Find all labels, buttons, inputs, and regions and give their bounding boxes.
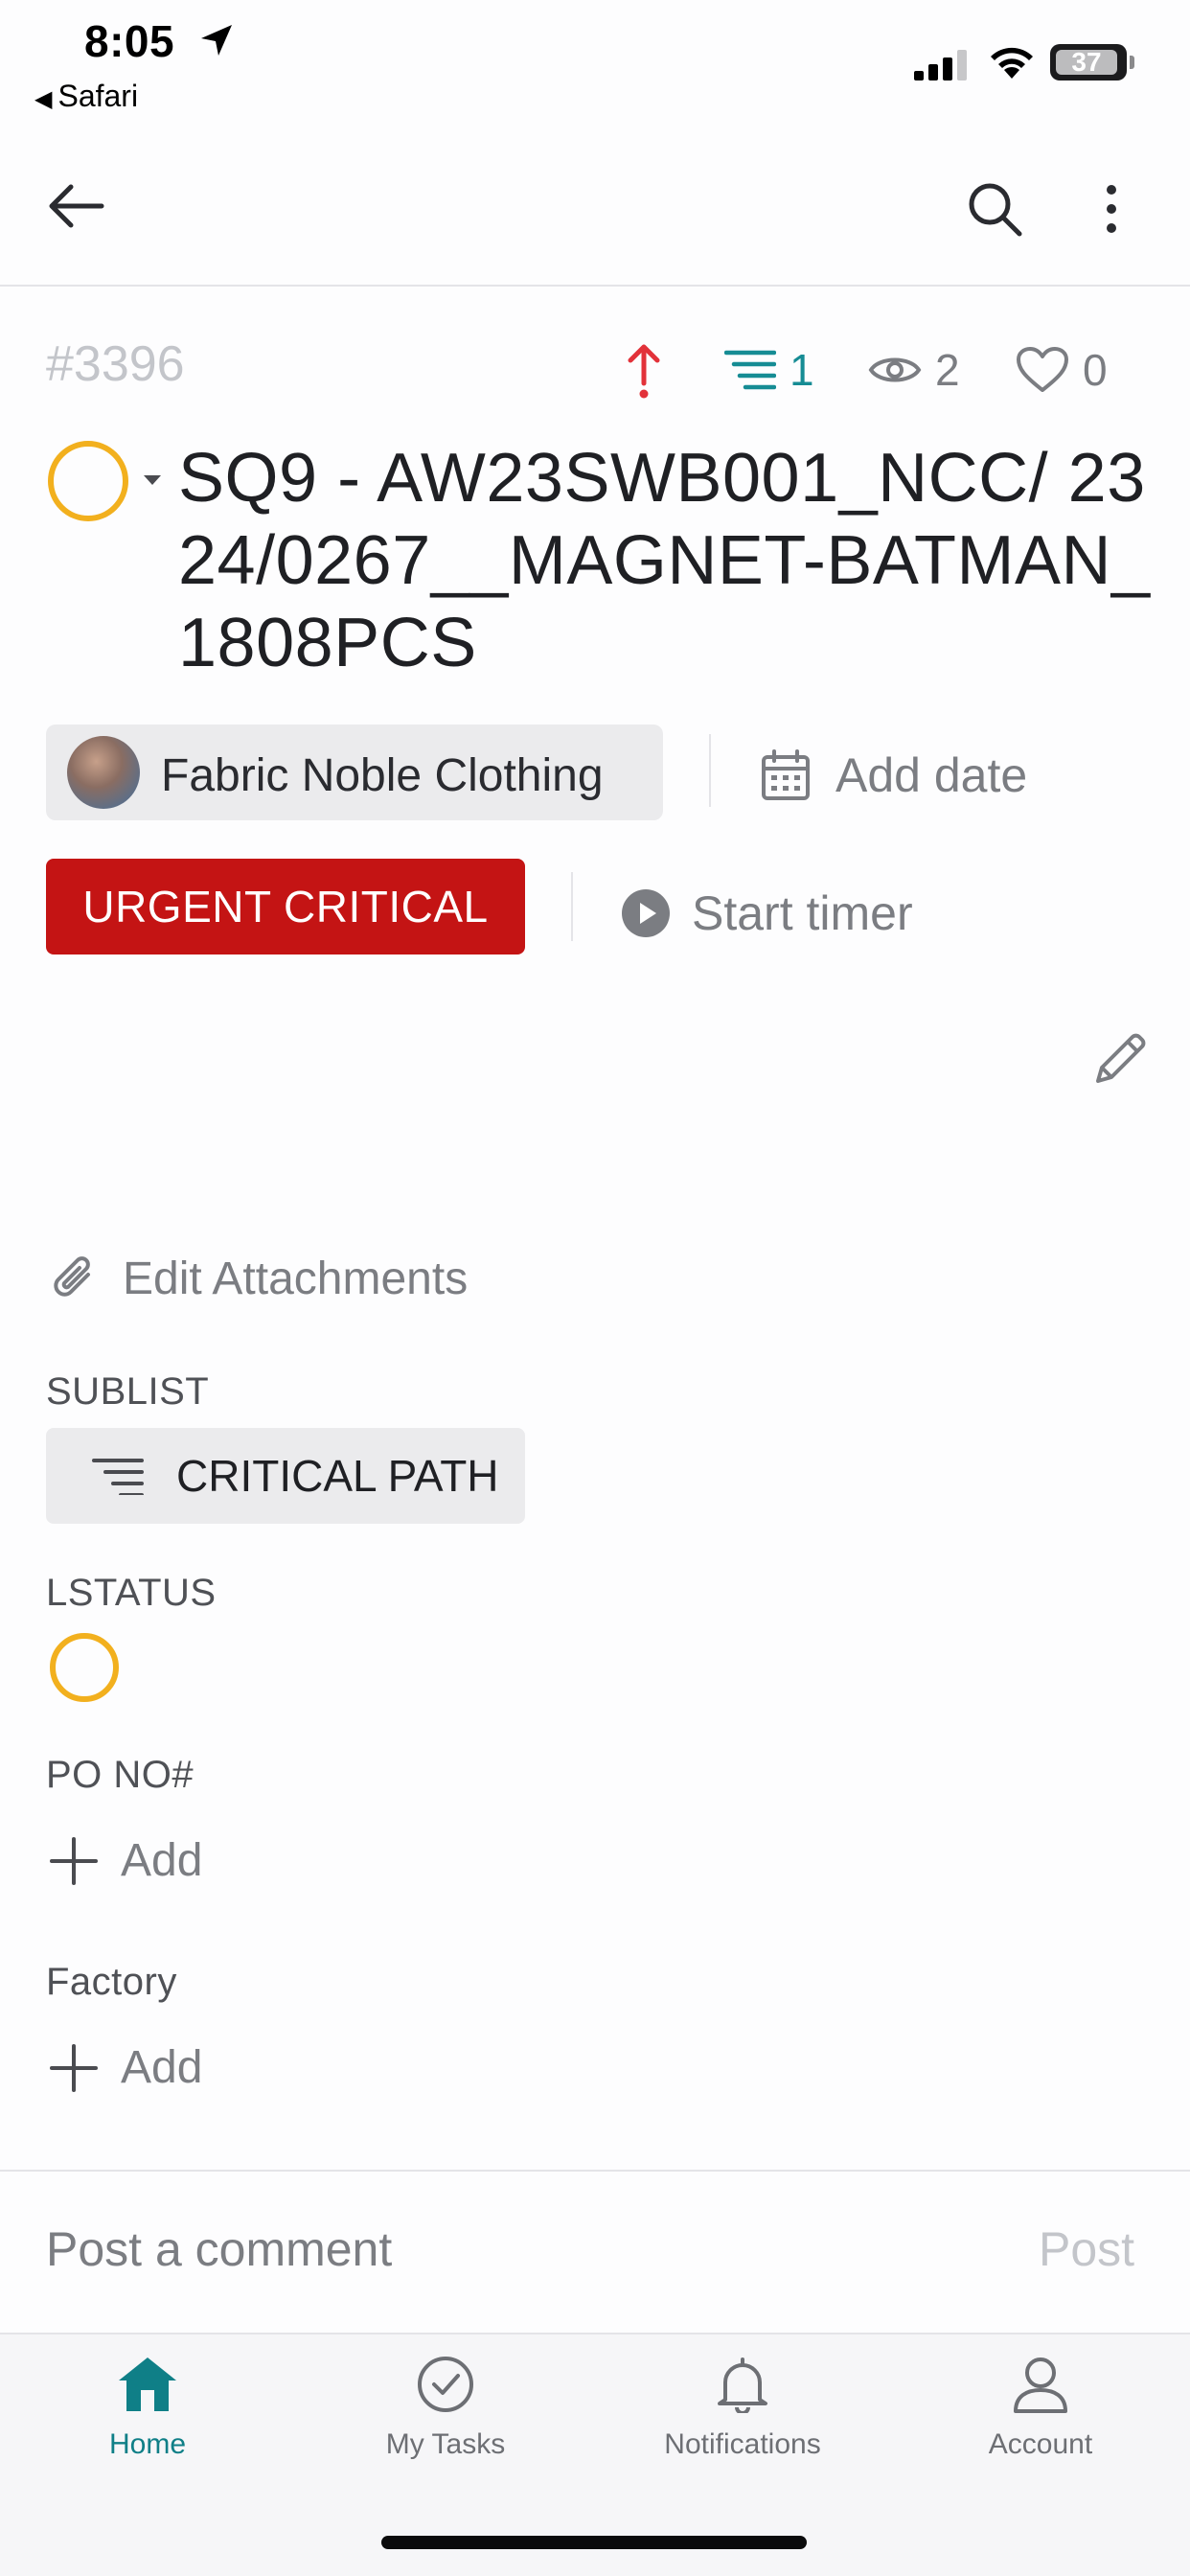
watchers-count[interactable]: 2 [868,341,960,399]
comment-divider [0,2170,1190,2172]
plus-icon [50,1836,98,1885]
start-timer-button[interactable]: Start timer [621,886,913,941]
tab-notifications[interactable]: Notifications [628,2356,858,2499]
tab-home-label: Home [108,2428,187,2460]
sublist-icon [724,350,776,390]
edit-attachments-label: Edit Attachments [123,1253,469,1304]
search-button[interactable] [966,180,1023,238]
back-arrow-button[interactable] [48,182,105,230]
sublist-count-value: 1 [790,345,814,395]
sublist-value: CRITICAL PATH [176,1451,499,1501]
person-icon [1014,2358,1067,2413]
tab-home[interactable]: Home [33,2356,263,2499]
battery-tip [1130,56,1134,69]
edit-description-pencil-icon[interactable] [1092,1029,1150,1087]
plus-icon [50,2043,98,2092]
tab-account[interactable]: Account [926,2356,1156,2499]
assignee-chip[interactable]: Fabric Noble Clothing [46,724,663,820]
back-app-label: Safari [57,79,139,113]
add-date-label: Add date [835,748,1028,802]
sublist-chip[interactable]: CRITICAL PATH [46,1428,525,1524]
add-date-button[interactable]: Add date [761,748,1027,803]
tab-my-tasks[interactable]: My Tasks [331,2356,561,2499]
calendar-icon [762,749,810,800]
priority-arrow-icon[interactable] [623,341,665,399]
factory-add-label: Add [121,2042,203,2093]
header-divider [0,285,1190,287]
bell-icon [718,2358,767,2413]
location-arrow-icon [201,25,232,56]
task-title[interactable]: SQ9 - AW23SWB001_NCC/ 2324/0267__MAGNET-… [178,437,1156,684]
post-comment-button[interactable]: Post [1039,2221,1134,2277]
play-circle-icon [622,889,670,937]
chevron-down-icon[interactable] [144,475,161,485]
clock: 8:05 [84,16,175,66]
check-circle-icon [418,2357,473,2412]
likes-count[interactable]: 0 [1016,341,1108,399]
watchers-value: 2 [935,345,960,395]
task-status-button[interactable] [48,441,128,521]
more-options-button[interactable] [1092,180,1131,238]
divider [709,734,711,807]
battery-indicator: 37 [1050,44,1127,80]
tab-account-label: Account [988,2428,1093,2460]
home-indicator[interactable] [381,2536,807,2549]
eye-icon [868,357,922,382]
task-detail-screen: 8:05 ◀ Safari 37 #3396 1 2 0 SQ9 - AW23S… [0,0,1190,2576]
lstatus-field-label: LSTATUS [46,1572,217,1614]
divider [571,872,573,941]
po-add-button[interactable]: Add [50,1834,202,1887]
status-bar: 8:05 ◀ Safari 37 [0,0,1190,134]
tab-my-tasks-label: My Tasks [385,2428,506,2460]
wifi-icon [991,47,1033,79]
tab-notifications-label: Notifications [664,2428,821,2460]
cellular-signal-icon [914,50,967,80]
assignee-name: Fabric Noble Clothing [161,750,604,801]
sublist-count[interactable]: 1 [724,341,814,399]
paperclip-icon [54,1256,90,1297]
back-triangle-icon: ◀ [34,86,53,112]
heart-icon [1017,347,1068,392]
home-icon [119,2358,176,2411]
start-timer-label: Start timer [692,886,913,940]
task-id: #3396 [46,336,185,392]
avatar [67,736,140,809]
likes-value: 0 [1083,345,1108,395]
factory-field-label: Factory [46,1961,177,2003]
sublist-field-label: SUBLIST [46,1370,210,1413]
sublist-lines-icon [92,1459,144,1495]
comment-input[interactable]: Post a comment [46,2221,392,2277]
po-field-label: PO NO# [46,1754,195,1796]
battery-percent: 37 [1071,47,1102,77]
priority-badge[interactable]: URGENT CRITICAL [46,859,525,954]
factory-add-button[interactable]: Add [50,2041,202,2094]
lstatus-status-button[interactable] [50,1633,119,1702]
po-add-label: Add [121,1835,203,1886]
back-to-safari[interactable]: ◀ Safari [34,79,138,114]
edit-attachments-button[interactable]: Edit Attachments [50,1252,468,1305]
